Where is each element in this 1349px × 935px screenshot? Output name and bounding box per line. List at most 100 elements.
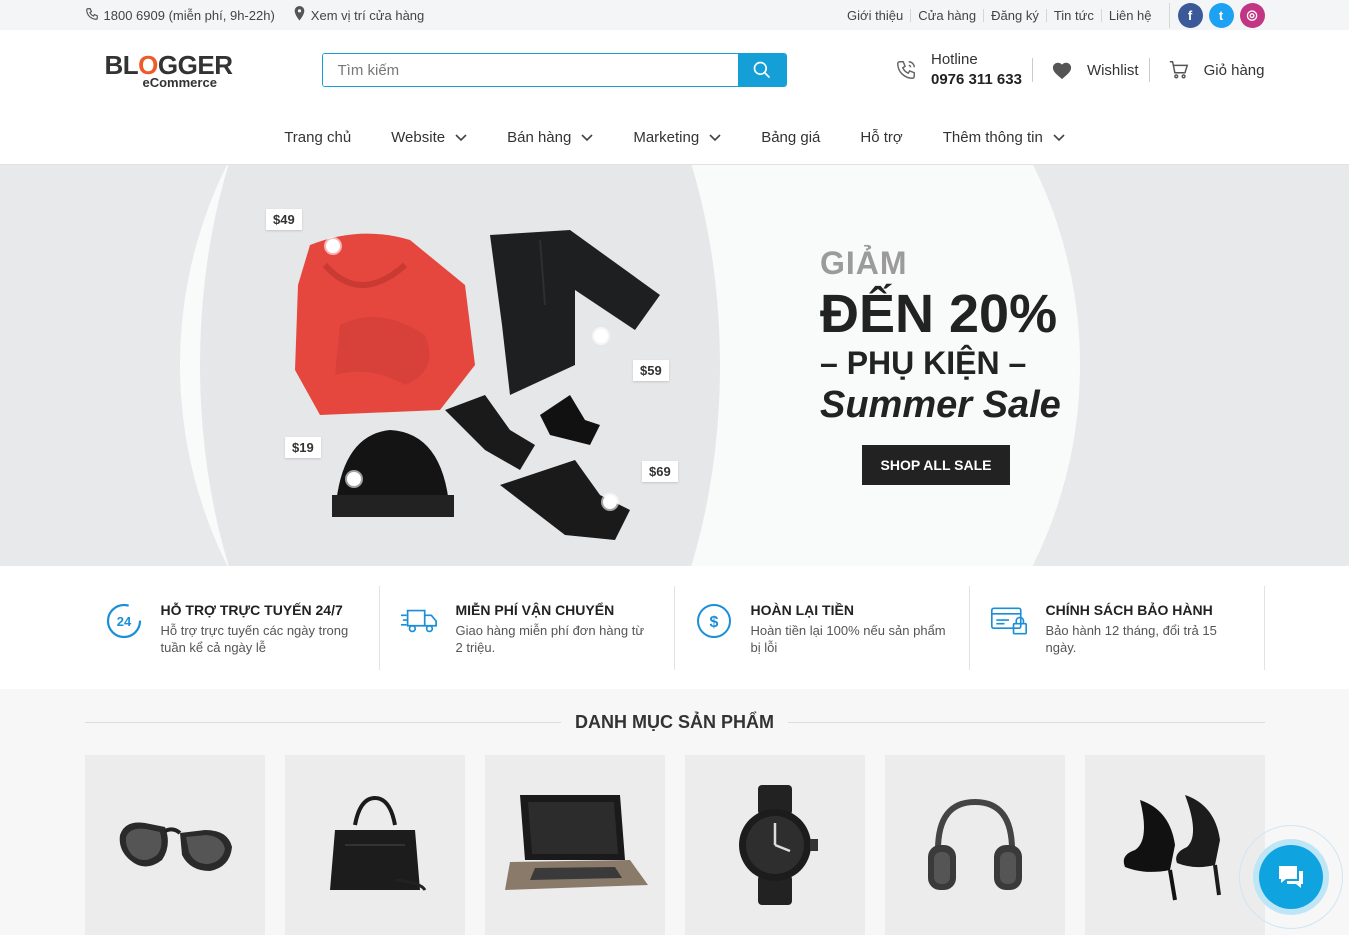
top-link[interactable]: Đăng ký xyxy=(984,8,1047,22)
nav-item-label: Bán hàng xyxy=(507,129,572,146)
nav-item-label: Thêm thông tin xyxy=(942,129,1043,146)
chat-icon xyxy=(1279,866,1303,888)
nav-item[interactable]: Thêm thông tin xyxy=(923,129,1085,146)
chat-button[interactable] xyxy=(1259,845,1323,909)
top-link[interactable]: Liên hệ xyxy=(1102,9,1159,22)
feature-desc: Hỗ trợ trực tuyến các ngày trong tuần kể… xyxy=(160,622,349,656)
feature-title: CHÍNH SÁCH BẢO HÀNH xyxy=(1045,601,1213,618)
header: BLOGGER eCommerce Hotline 0976 311 633 W… xyxy=(0,30,1349,110)
phone-icon xyxy=(897,61,915,79)
map-pin-icon xyxy=(293,6,306,24)
price-tag-3: $19 xyxy=(285,437,321,458)
hero-copy: GIẢM ĐẾN 20% – PHỤ KIỆN – Summer Sale xyxy=(820,245,1061,427)
money-back-icon: $ xyxy=(695,602,733,640)
category-card[interactable] xyxy=(484,755,665,935)
chevron-down-icon xyxy=(709,133,721,141)
wishlist-label: Wishlist xyxy=(1086,61,1139,79)
top-bar: 1800 6909 (miễn phí, 9h-22h) Xem vị trí … xyxy=(0,0,1349,30)
nav-item-label: Bảng giá xyxy=(761,129,821,146)
nav-item-label: Marketing xyxy=(633,129,700,146)
top-link[interactable]: Tin tức xyxy=(1047,8,1102,22)
phone-info[interactable]: 1800 6909 (miễn phí, 9h-22h) xyxy=(85,7,275,24)
svg-text:24: 24 xyxy=(116,614,131,629)
nav-item-label: Hỗ trợ xyxy=(860,129,903,146)
nav-item-label: Trang chủ xyxy=(284,129,352,146)
nav-item[interactable]: Bán hàng xyxy=(487,129,613,146)
price-tag-1: $49 xyxy=(266,209,302,230)
chevron-down-icon xyxy=(455,133,467,141)
handbag-image xyxy=(329,795,426,891)
hotline-label: Hotline xyxy=(931,50,978,68)
hero-line-4: Summer Sale xyxy=(820,383,1061,426)
svg-text:$: $ xyxy=(709,614,718,631)
category-card[interactable] xyxy=(1084,755,1265,935)
search-input[interactable] xyxy=(322,54,738,86)
store-locator-text: Xem vị trí cửa hàng xyxy=(310,7,425,23)
feature-item: CHÍNH SÁCH BẢO HÀNH Bảo hành 12 tháng, đổ… xyxy=(970,585,1265,670)
cart-link[interactable]: Giỏ hàng xyxy=(1150,59,1265,81)
heart-icon xyxy=(1052,62,1072,80)
feature-item: 24 HỖ TRỢ TRỰC TUYẾN 24/7 Hỗ trợ trực tuyế… xyxy=(85,585,380,670)
phone-text: 1800 6909 (miễn phí, 9h-22h) xyxy=(103,7,275,23)
facebook-icon[interactable]: f xyxy=(1177,2,1203,28)
search-icon xyxy=(753,61,770,79)
category-title: DANH MỤC SẢN PHẨM xyxy=(561,711,788,733)
twitter-icon[interactable]: t xyxy=(1208,2,1234,28)
chevron-down-icon xyxy=(1053,133,1065,141)
hero-banner: $49 $59 $19 $69 GIẢM ĐẾN 20% – PHỤ KIỆN … xyxy=(0,165,1349,566)
hotline[interactable]: Hotline 0976 311 633 xyxy=(895,51,1033,88)
logo-text-a: BL xyxy=(104,49,139,80)
feature-desc: Hoàn tiền lại 100% nếu sản phẩm bị lỗi xyxy=(750,622,946,656)
price-tag-2: $59 xyxy=(633,360,669,381)
hotline-number: 0976 311 633 xyxy=(931,71,1022,88)
wishlist-link[interactable]: Wishlist xyxy=(1033,58,1150,82)
feature-item: MIỄN PHÍ VẬN CHUYỂN Giao hàng miễn phí đơ… xyxy=(380,585,675,670)
feature-desc: Bảo hành 12 tháng, đổi trả 15 ngày. xyxy=(1045,622,1217,656)
price-marker-4[interactable] xyxy=(603,495,617,509)
category-card[interactable] xyxy=(284,755,465,935)
nav-item[interactable]: Website xyxy=(371,129,487,146)
site-logo[interactable]: BLOGGER eCommerce xyxy=(85,52,322,89)
search-bar xyxy=(321,53,787,87)
headphones-image xyxy=(927,798,1022,890)
price-tag-4: $69 xyxy=(642,461,678,482)
chevron-down-icon xyxy=(581,133,593,141)
instagram-icon[interactable]: ◎ xyxy=(1239,2,1265,28)
price-marker-3[interactable] xyxy=(347,472,361,486)
feature-title: HỖ TRỢ TRỰC TUYẾN 24/7 xyxy=(160,601,343,618)
hero-line-1: GIẢM xyxy=(820,245,908,281)
watch-image xyxy=(738,785,818,905)
category-card[interactable] xyxy=(84,755,265,935)
hero-line-3: – PHỤ KIỆN – xyxy=(820,344,1027,381)
chat-widget xyxy=(1239,825,1343,929)
top-links: Giới thiệu Cửa hàng Đăng ký Tin tức Liên hệ xyxy=(840,8,1159,22)
laptop-image xyxy=(504,795,648,890)
phone-icon xyxy=(85,7,99,24)
top-link[interactable]: Giới thiệu xyxy=(840,8,912,22)
nav-item-label: Website xyxy=(391,129,446,146)
features-strip: 24 HỖ TRỢ TRỰC TUYẾN 24/7 Hỗ trợ trực tuyế… xyxy=(0,566,1349,689)
price-marker-2[interactable] xyxy=(594,329,608,343)
category-card[interactable] xyxy=(684,755,865,935)
store-locator-link[interactable]: Xem vị trí cửa hàng xyxy=(293,6,424,24)
nav-item[interactable]: Hỗ trợ xyxy=(840,129,922,146)
shop-all-sale-button[interactable]: SHOP ALL SALE xyxy=(862,445,1010,485)
feature-title: MIỄN PHÍ VẬN CHUYỂN xyxy=(455,601,615,618)
social-links: f t ◎ xyxy=(1168,2,1265,28)
nav-item[interactable]: Trang chủ xyxy=(264,129,371,146)
high-heels-image xyxy=(1123,795,1221,901)
feature-item: $ HOÀN LẠI TIỀN Hoàn tiền lại 100% nếu sản… xyxy=(675,585,970,670)
nav-item[interactable]: Bảng giá xyxy=(741,129,840,146)
hero-line-2: ĐẾN 20% xyxy=(820,284,1058,344)
category-heading: DANH MỤC SẢN PHẨM xyxy=(84,689,1265,755)
main-nav: Trang chủ Website Bán hàng Marketing Bảng gi… xyxy=(0,110,1349,165)
category-card[interactable] xyxy=(884,755,1065,935)
nav-item[interactable]: Marketing xyxy=(613,129,741,146)
top-link[interactable]: Cửa hàng xyxy=(911,8,985,22)
warranty-card-icon xyxy=(990,602,1028,640)
support-24-icon: 24 xyxy=(105,602,143,640)
price-marker-1[interactable] xyxy=(326,239,340,253)
sunglasses-image xyxy=(119,822,232,871)
search-button[interactable] xyxy=(737,54,786,86)
feature-title: HOÀN LẠI TIỀN xyxy=(750,601,854,618)
